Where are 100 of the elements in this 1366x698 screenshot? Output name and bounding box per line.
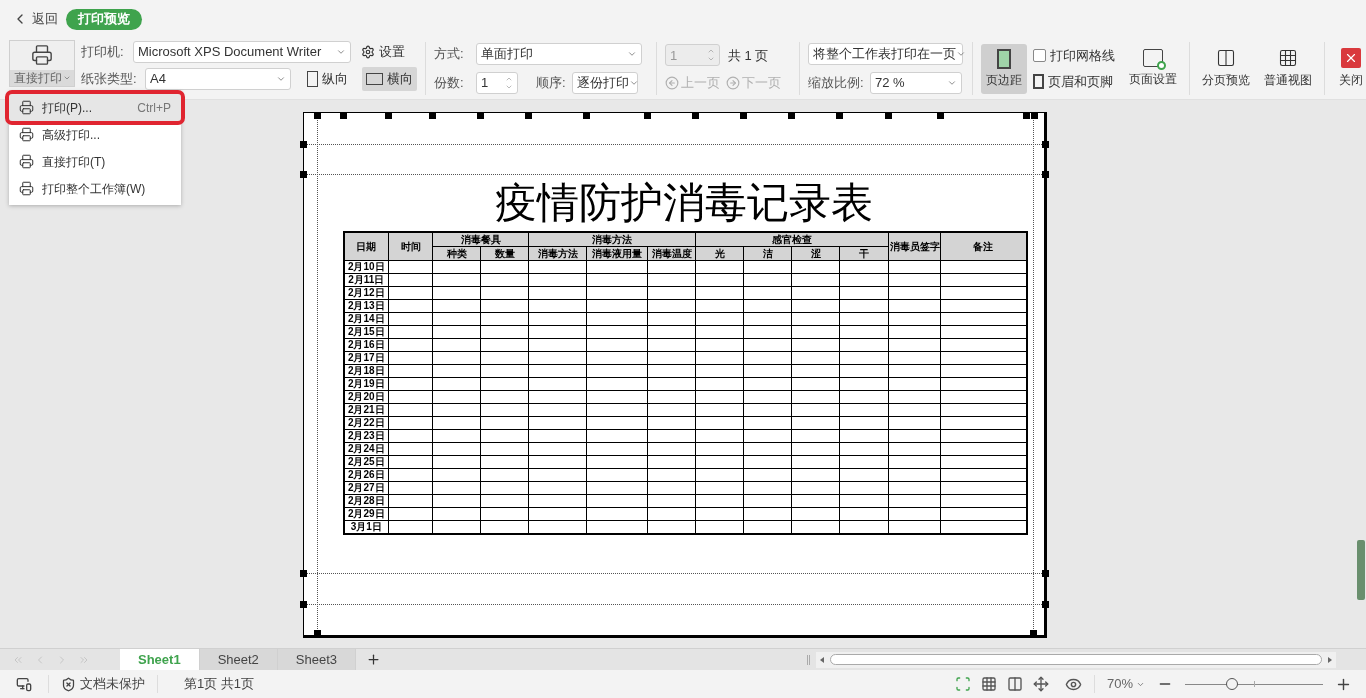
header-cell: 消毒温度 [647, 246, 696, 261]
date-cell: 2月14日 [343, 312, 389, 326]
margins-button[interactable]: 页边距 [981, 43, 1027, 94]
margin-handle[interactable] [1029, 630, 1037, 637]
date-cell: 2月22日 [343, 416, 389, 430]
header-cell: 消毒方法 [528, 232, 696, 247]
stepper-icon [505, 75, 513, 91]
copies-field[interactable]: 1 [476, 72, 518, 94]
sheet-tab[interactable]: Sheet2 [199, 649, 278, 670]
print-button[interactable]: 直接打印 [9, 40, 75, 87]
date-cell: 2月15日 [343, 325, 389, 339]
margin-handle[interactable] [1041, 570, 1049, 577]
zoom-select[interactable]: 72 % [870, 72, 962, 94]
date-cell: 2月18日 [343, 364, 389, 378]
margin-handle[interactable] [313, 630, 321, 637]
margin-handle[interactable] [476, 112, 484, 119]
page-setup-button[interactable]: 页面设置 [1125, 43, 1181, 94]
header-cell: 日期 [343, 232, 389, 261]
margin-handle[interactable] [299, 171, 307, 178]
printer-icon [19, 181, 34, 196]
paper-select[interactable]: A4 [145, 68, 291, 90]
orientation-button[interactable]: 纵向 [303, 67, 352, 91]
header-cell: 消毒液用量 [586, 246, 648, 261]
date-cell: 2月28日 [343, 494, 389, 508]
header-cell: 消毒餐具 [432, 232, 529, 247]
caret-icon [627, 49, 637, 59]
caret-icon [628, 78, 639, 88]
menu-item[interactable]: 直接打印(T) [9, 148, 181, 175]
date-cell: 2月17日 [343, 351, 389, 365]
page-break-icon[interactable] [1006, 676, 1023, 692]
margin-handle[interactable] [582, 112, 590, 119]
normal-view-button[interactable]: 普通视图 [1260, 43, 1316, 94]
margin-handle[interactable] [313, 112, 321, 119]
date-cell: 2月20日 [343, 390, 389, 404]
caret-icon [62, 74, 71, 82]
menu-item[interactable]: 高级打印... [9, 121, 181, 148]
margin-handle[interactable] [787, 112, 795, 119]
device-icon[interactable] [16, 676, 32, 692]
header-cell: 感官检查 [695, 232, 889, 247]
mode-label: 方式: [434, 45, 465, 64]
protection-status[interactable]: 文档未保护 [49, 674, 157, 694]
settings-button[interactable]: 设置 [361, 42, 405, 62]
printer-icon [19, 100, 34, 115]
caret-icon [947, 78, 957, 88]
fit-select[interactable]: 将整个工作表打印在一页 [808, 43, 963, 65]
total-pages: 共 1 页 [728, 46, 769, 65]
header-cell: 种类 [432, 246, 481, 261]
zoom-slider[interactable] [1185, 677, 1323, 691]
zoom-label: 缩放比例: [808, 74, 865, 93]
date-cell: 2月11日 [343, 273, 389, 287]
date-cell: 2月19日 [343, 377, 389, 391]
header-cell: 时间 [388, 232, 433, 261]
margin-handle[interactable] [524, 112, 532, 119]
gridlines-checkbox[interactable]: 打印网格线 [1033, 45, 1119, 65]
printer-label: 打印机: [81, 43, 125, 62]
margin-handle[interactable] [299, 601, 307, 608]
horizontal-scrollbar[interactable] [816, 651, 1336, 668]
margin-handle[interactable] [835, 112, 843, 119]
margin-handle[interactable] [428, 112, 436, 119]
menu-item[interactable]: 打印整个工作簿(W) [9, 175, 181, 202]
header-footer-button[interactable]: 页眉和页脚 [1033, 72, 1119, 92]
date-cell: 2月21日 [343, 403, 389, 417]
grid-icon [1278, 48, 1298, 68]
scrollbar-thumb[interactable] [1357, 540, 1365, 600]
margin-handle[interactable] [339, 112, 347, 119]
margin-handle[interactable] [739, 112, 747, 119]
margin-handle[interactable] [936, 112, 944, 119]
date-cell: 2月23日 [343, 429, 389, 443]
header-cell: 光 [695, 246, 744, 261]
margin-handle[interactable] [884, 112, 892, 119]
sheet-tab[interactable]: Sheet3 [277, 649, 357, 670]
caret-icon [276, 74, 286, 84]
back-button[interactable]: 返回 [12, 9, 58, 29]
date-cell: 2月26日 [343, 468, 389, 482]
sheet-title: 疫情防护消毒记录表 [495, 182, 873, 224]
settings-icon [361, 45, 375, 59]
grid-view-icon[interactable] [980, 676, 997, 692]
page-info: 第1页 共1页 [184, 675, 255, 694]
caret-icon [956, 49, 966, 59]
margin-handle[interactable] [691, 112, 699, 119]
margin-handle[interactable] [384, 112, 392, 119]
date-cell: 2月27日 [343, 481, 389, 495]
margin-handle[interactable] [643, 112, 651, 119]
mode-select[interactable]: 单面打印 [476, 43, 642, 65]
close-button[interactable]: 关闭 [1333, 43, 1366, 94]
orientation-button[interactable]: 横向 [362, 67, 417, 91]
margin-handle[interactable] [1041, 601, 1049, 608]
zoom-menu[interactable]: 70% [1106, 674, 1145, 694]
order-select[interactable]: 逐份打印 [571, 72, 638, 94]
close-icon [1341, 48, 1361, 68]
margin-handle[interactable] [299, 570, 307, 577]
page-break-preview-button[interactable]: 分页预览 [1198, 43, 1254, 94]
margin-handle[interactable] [299, 141, 307, 148]
margin-handle[interactable] [1041, 141, 1049, 148]
caret-icon [336, 47, 346, 57]
printer-icon [31, 44, 53, 66]
margin-handle[interactable] [1041, 171, 1049, 178]
copies-label: 份数: [434, 74, 465, 93]
splitter-handle[interactable] [807, 654, 810, 665]
printer-select[interactable]: Microsoft XPS Document Writer [133, 41, 351, 63]
